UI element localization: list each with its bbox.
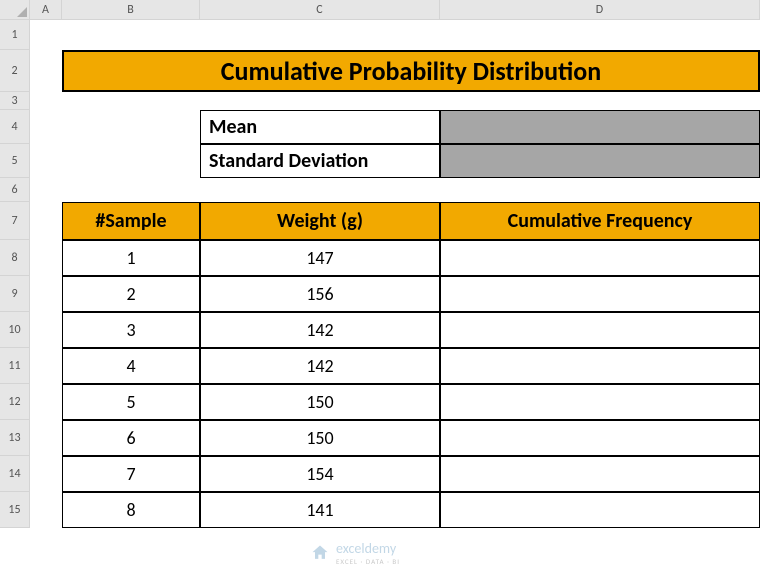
cell-weight[interactable]: 142 — [200, 312, 440, 348]
row-header-9[interactable]: 9 — [0, 276, 30, 312]
cell-weight[interactable]: 150 — [200, 384, 440, 420]
cell-sample[interactable]: 4 — [62, 348, 200, 384]
mean-value[interactable] — [440, 110, 760, 144]
row-header-5[interactable]: 5 — [0, 144, 30, 178]
row-header-7[interactable]: 7 — [0, 202, 30, 240]
row-header-11[interactable]: 11 — [0, 348, 30, 384]
cell-cumfreq[interactable] — [440, 492, 760, 528]
cell-sample[interactable]: 2 — [62, 276, 200, 312]
watermark-name: exceldemy — [336, 540, 396, 557]
row-header-4[interactable]: 4 — [0, 110, 30, 144]
header-cumfreq[interactable]: Cumulative Frequency — [440, 202, 760, 240]
row-header-12[interactable]: 12 — [0, 384, 30, 420]
watermark-sub: EXCEL · DATA · BI — [336, 557, 400, 566]
header-weight[interactable]: Weight (g) — [200, 202, 440, 240]
cell-cumfreq[interactable] — [440, 312, 760, 348]
row-header-8[interactable]: 8 — [0, 240, 30, 276]
cell-weight[interactable]: 154 — [200, 456, 440, 492]
row-header-6[interactable]: 6 — [0, 178, 30, 202]
col-header-b[interactable]: B — [62, 0, 200, 20]
mean-label[interactable]: Mean — [200, 110, 440, 144]
cell-sample[interactable]: 6 — [62, 420, 200, 456]
row-header-10[interactable]: 10 — [0, 312, 30, 348]
cell-weight[interactable]: 147 — [200, 240, 440, 276]
col-header-a[interactable]: A — [30, 0, 62, 20]
cell-cumfreq[interactable] — [440, 420, 760, 456]
select-all-corner[interactable] — [0, 0, 30, 20]
row-header-3[interactable]: 3 — [0, 92, 30, 110]
cell-cumfreq[interactable] — [440, 384, 760, 420]
title-cell[interactable]: Cumulative Probability Distribution — [62, 50, 760, 92]
watermark: exceldemy EXCEL · DATA · BI — [310, 540, 400, 566]
cell-sample[interactable]: 5 — [62, 384, 200, 420]
cell-weight[interactable]: 142 — [200, 348, 440, 384]
cell-sample[interactable]: 1 — [62, 240, 200, 276]
row-header-2[interactable]: 2 — [0, 50, 30, 92]
cell-sample[interactable]: 8 — [62, 492, 200, 528]
stddev-label[interactable]: Standard Deviation — [200, 144, 440, 178]
cell-weight[interactable]: 141 — [200, 492, 440, 528]
col-header-c[interactable]: C — [200, 0, 440, 20]
row-header-14[interactable]: 14 — [0, 456, 30, 492]
cell-weight[interactable]: 150 — [200, 420, 440, 456]
cell-sample[interactable]: 7 — [62, 456, 200, 492]
cell-cumfreq[interactable] — [440, 348, 760, 384]
spreadsheet-grid: A B C D 1 2 3 4 5 6 7 8 9 10 11 12 13 14… — [0, 0, 767, 528]
cell-cumfreq[interactable] — [440, 456, 760, 492]
cell-weight[interactable]: 156 — [200, 276, 440, 312]
row-header-1[interactable]: 1 — [0, 20, 30, 50]
stddev-value[interactable] — [440, 144, 760, 178]
col-header-d[interactable]: D — [440, 0, 760, 20]
row-header-15[interactable]: 15 — [0, 492, 30, 528]
header-sample[interactable]: #Sample — [62, 202, 200, 240]
house-icon — [310, 543, 330, 563]
cell-sample[interactable]: 3 — [62, 312, 200, 348]
cell-cumfreq[interactable] — [440, 276, 760, 312]
cell-cumfreq[interactable] — [440, 240, 760, 276]
row-header-13[interactable]: 13 — [0, 420, 30, 456]
